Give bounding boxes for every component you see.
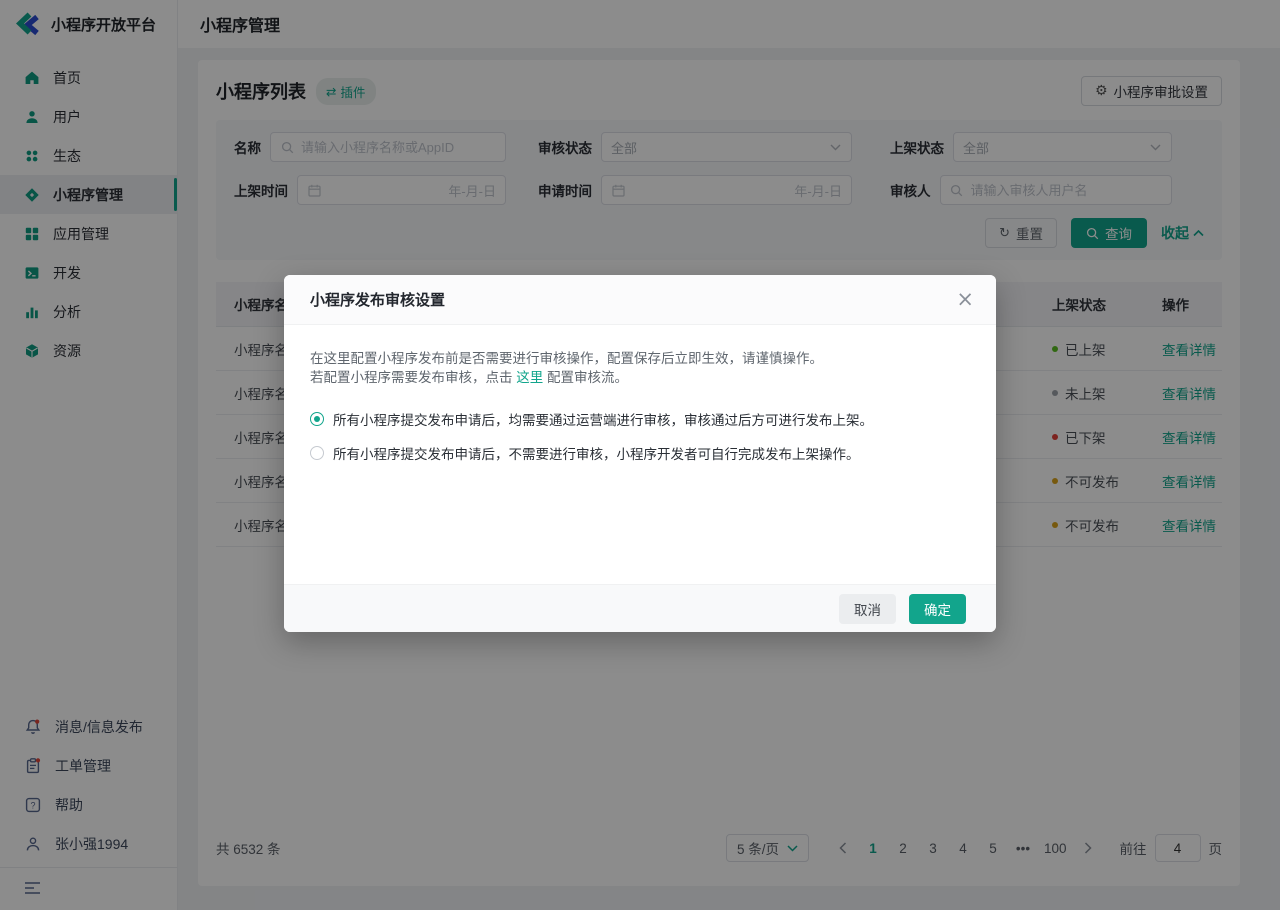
desc-text: 若配置小程序需要发布审核，点击 bbox=[310, 370, 516, 385]
close-icon[interactable]: × bbox=[956, 289, 974, 310]
publish-audit-settings-modal: 小程序发布审核设置 × 在这里配置小程序发布前是否需要进行审核操作，配置保存后立… bbox=[284, 275, 996, 632]
modal-footer: 取消 确定 bbox=[284, 584, 996, 632]
option-label: 所有小程序提交发布申请后，不需要进行审核，小程序开发者可自行完成发布上架操作。 bbox=[333, 443, 860, 463]
configure-flow-link[interactable]: 这里 bbox=[516, 370, 543, 385]
confirm-button[interactable]: 确定 bbox=[909, 594, 966, 624]
modal-title: 小程序发布审核设置 bbox=[310, 289, 445, 310]
option-no-audit[interactable]: 所有小程序提交发布申请后，不需要进行审核，小程序开发者可自行完成发布上架操作。 bbox=[310, 443, 970, 463]
modal-header: 小程序发布审核设置 × bbox=[284, 275, 996, 325]
modal-body: 在这里配置小程序发布前是否需要进行审核操作，配置保存后立即生效，请谨慎操作。 若… bbox=[284, 325, 996, 584]
option-label: 所有小程序提交发布申请后，均需要通过运营端进行审核，审核通过后方可进行发布上架。 bbox=[333, 409, 873, 429]
radio-unselected-icon[interactable] bbox=[310, 446, 324, 460]
cancel-button[interactable]: 取消 bbox=[839, 594, 896, 624]
modal-description-line2: 若配置小程序需要发布审核，点击 这里 配置审核流。 bbox=[310, 368, 970, 387]
desc-text: 配置审核流。 bbox=[543, 370, 628, 385]
option-require-audit[interactable]: 所有小程序提交发布申请后，均需要通过运营端进行审核，审核通过后方可进行发布上架。 bbox=[310, 409, 970, 429]
audit-options: 所有小程序提交发布申请后，均需要通过运营端进行审核，审核通过后方可进行发布上架。… bbox=[310, 409, 970, 463]
modal-description-line1: 在这里配置小程序发布前是否需要进行审核操作，配置保存后立即生效，请谨慎操作。 bbox=[310, 349, 970, 368]
radio-selected-icon[interactable] bbox=[310, 412, 324, 426]
